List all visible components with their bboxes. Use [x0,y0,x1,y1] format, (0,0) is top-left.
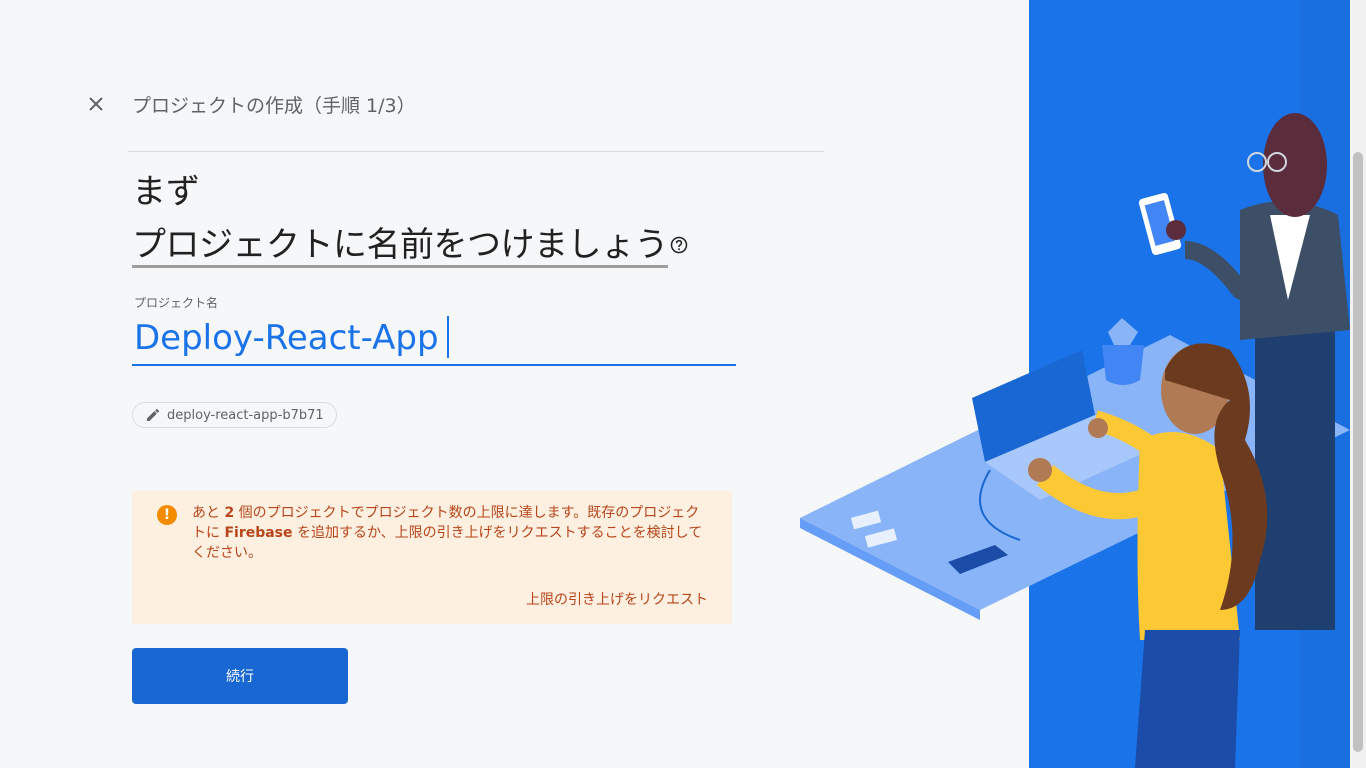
help-circle-icon[interactable] [670,223,688,263]
warning-message: あと 2 個のプロジェクトでプロジェクト数の上限に達します。既存のプロジェクトに… [192,505,703,561]
warning-icon: ! [157,505,177,525]
page-scrollbar[interactable] [1350,0,1366,768]
heading-line-1: まず [132,172,200,212]
project-name-label: プロジェクト名 [134,296,219,310]
continue-button[interactable]: 続行 [132,648,348,704]
project-id-chip[interactable]: deploy-react-app-b7b71 [132,402,337,428]
scrollbar-thumb[interactable] [1353,152,1363,752]
heading-line-2: プロジェクトに名前をつけましょう [132,217,688,268]
text-caret [447,316,449,358]
step-title: プロジェクトの作成（手順 1/3） [132,95,416,117]
project-id-text: deploy-react-app-b7b71 [167,407,324,423]
quota-warning: ! あと 2 個のプロジェクトでプロジェクト数の上限に達します。既存のプロジェク… [132,491,732,624]
request-quota-link[interactable]: 上限の引き上げをリクエスト [526,589,708,609]
project-name-input[interactable] [132,312,736,366]
close-icon [89,97,103,111]
illustration [790,0,1350,768]
close-button[interactable] [84,92,108,116]
header-divider [128,151,824,152]
pencil-icon [147,408,160,421]
heading-text: プロジェクトに名前をつけましょう [132,225,669,268]
